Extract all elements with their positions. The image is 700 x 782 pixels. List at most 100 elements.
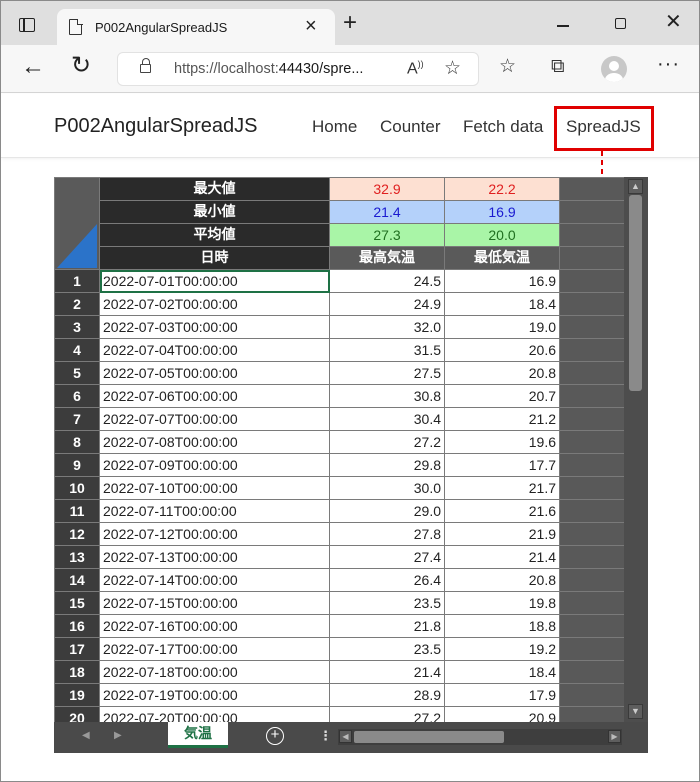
date-cell[interactable]: 2022-07-05T00:00:00 (99, 361, 330, 385)
row-header[interactable]: 1 (54, 269, 100, 293)
date-cell[interactable]: 2022-07-01T00:00:00 (99, 269, 330, 293)
date-cell[interactable]: 2022-07-15T00:00:00 (99, 591, 330, 615)
row-header[interactable]: 12 (54, 522, 100, 546)
high-temp-cell[interactable]: 30.4 (329, 407, 445, 431)
row-header[interactable]: 18 (54, 660, 100, 684)
row-header[interactable]: 17 (54, 637, 100, 661)
column-header-high[interactable]: 最高気温 (329, 246, 445, 270)
low-temp-cell[interactable]: 21.7 (444, 476, 560, 500)
next-sheet-icon[interactable]: ▶ (114, 730, 122, 741)
low-temp-cell[interactable]: 20.7 (444, 384, 560, 408)
date-cell[interactable]: 2022-07-14T00:00:00 (99, 568, 330, 592)
row-header[interactable]: 5 (54, 361, 100, 385)
date-cell[interactable]: 2022-07-12T00:00:00 (99, 522, 330, 546)
high-temp-cell[interactable]: 28.9 (329, 683, 445, 707)
agg-max-high[interactable]: 32.9 (329, 177, 445, 201)
high-temp-cell[interactable]: 24.5 (329, 269, 445, 293)
row-header[interactable]: 4 (54, 338, 100, 362)
low-temp-cell[interactable]: 19.0 (444, 315, 560, 339)
row-header[interactable]: 15 (54, 591, 100, 615)
high-temp-cell[interactable]: 32.0 (329, 315, 445, 339)
agg-avg-high[interactable]: 27.3 (329, 223, 445, 247)
date-cell[interactable]: 2022-07-03T00:00:00 (99, 315, 330, 339)
high-temp-cell[interactable]: 30.0 (329, 476, 445, 500)
row-header[interactable]: 7 (54, 407, 100, 431)
low-temp-cell[interactable]: 19.8 (444, 591, 560, 615)
maximize-icon[interactable] (615, 18, 626, 29)
low-temp-cell[interactable]: 18.4 (444, 660, 560, 684)
high-temp-cell[interactable]: 21.8 (329, 614, 445, 638)
agg-label-max[interactable]: 最大値 (99, 177, 330, 201)
high-temp-cell[interactable]: 27.4 (329, 545, 445, 569)
row-header[interactable]: 16 (54, 614, 100, 638)
scroll-thumb[interactable] (629, 195, 642, 391)
high-temp-cell[interactable]: 21.4 (329, 660, 445, 684)
date-cell[interactable]: 2022-07-18T00:00:00 (99, 660, 330, 684)
favorites-icon[interactable]: ☆ (499, 55, 516, 79)
date-cell[interactable]: 2022-07-17T00:00:00 (99, 637, 330, 661)
close-window-icon[interactable]: ✕ (665, 12, 682, 32)
date-cell[interactable]: 2022-07-13T00:00:00 (99, 545, 330, 569)
address-bar[interactable]: https://localhost:44430/spre... A)) ☆ (117, 52, 479, 86)
read-aloud-icon[interactable]: A)) (407, 59, 424, 78)
high-temp-cell[interactable]: 26.4 (329, 568, 445, 592)
browser-tab[interactable]: P002AngularSpreadJS × (57, 9, 335, 45)
low-temp-cell[interactable]: 16.9 (444, 269, 560, 293)
row-header[interactable]: 10 (54, 476, 100, 500)
spreadsheet[interactable]: 最大値 32.9 22.2 最小値 21.4 16.9 平均値 27.3 20.… (54, 177, 648, 753)
date-cell[interactable]: 2022-07-02T00:00:00 (99, 292, 330, 316)
date-cell[interactable]: 2022-07-04T00:00:00 (99, 338, 330, 362)
high-temp-cell[interactable]: 23.5 (329, 591, 445, 615)
low-temp-cell[interactable]: 19.6 (444, 430, 560, 454)
new-tab-icon[interactable]: + (343, 11, 357, 35)
row-header[interactable]: 13 (54, 545, 100, 569)
scroll-up-icon[interactable]: ▲ (628, 179, 643, 194)
agg-label-min[interactable]: 最小値 (99, 200, 330, 224)
date-cell[interactable]: 2022-07-08T00:00:00 (99, 430, 330, 454)
low-temp-cell[interactable]: 20.8 (444, 361, 560, 385)
collections-icon[interactable]: ⧉ (551, 55, 565, 79)
high-temp-cell[interactable]: 27.2 (329, 430, 445, 454)
more-menu-icon[interactable]: ··· (657, 53, 680, 76)
date-cell[interactable]: 2022-07-07T00:00:00 (99, 407, 330, 431)
low-temp-cell[interactable]: 20.8 (444, 568, 560, 592)
high-temp-cell[interactable]: 23.5 (329, 637, 445, 661)
nav-home[interactable]: Home (312, 117, 357, 137)
agg-min-high[interactable]: 21.4 (329, 200, 445, 224)
scroll-right-icon[interactable]: ▶ (608, 730, 621, 743)
high-temp-cell[interactable]: 29.0 (329, 499, 445, 523)
high-temp-cell[interactable]: 27.5 (329, 361, 445, 385)
brand-link[interactable]: P002AngularSpreadJS (54, 115, 257, 138)
low-temp-cell[interactable]: 21.9 (444, 522, 560, 546)
low-temp-cell[interactable]: 18.4 (444, 292, 560, 316)
high-temp-cell[interactable]: 30.8 (329, 384, 445, 408)
low-temp-cell[interactable]: 21.6 (444, 499, 560, 523)
low-temp-cell[interactable]: 19.2 (444, 637, 560, 661)
lock-icon[interactable] (140, 58, 151, 73)
date-cell[interactable]: 2022-07-11T00:00:00 (99, 499, 330, 523)
row-header[interactable]: 19 (54, 683, 100, 707)
low-temp-cell[interactable]: 18.8 (444, 614, 560, 638)
scroll-left-icon[interactable]: ◀ (339, 730, 352, 743)
low-temp-cell[interactable]: 21.4 (444, 545, 560, 569)
agg-label-avg[interactable]: 平均値 (99, 223, 330, 247)
corner-cell[interactable] (54, 177, 100, 270)
add-favorite-icon[interactable]: ☆ (444, 57, 461, 80)
vertical-scrollbar[interactable]: ▲ ▼ (624, 177, 648, 722)
nav-counter[interactable]: Counter (380, 117, 440, 137)
date-cell[interactable]: 2022-07-19T00:00:00 (99, 683, 330, 707)
sheet-menu-icon[interactable]: ⋮ (319, 728, 332, 744)
high-temp-cell[interactable]: 27.8 (329, 522, 445, 546)
date-cell[interactable]: 2022-07-10T00:00:00 (99, 476, 330, 500)
column-header-date[interactable]: 日時 (99, 246, 330, 270)
scroll-down-icon[interactable]: ▼ (628, 704, 643, 719)
low-temp-cell[interactable]: 21.2 (444, 407, 560, 431)
row-header[interactable]: 9 (54, 453, 100, 477)
h-scroll-thumb[interactable] (354, 731, 504, 743)
date-cell[interactable]: 2022-07-06T00:00:00 (99, 384, 330, 408)
row-header[interactable]: 11 (54, 499, 100, 523)
low-temp-cell[interactable]: 20.6 (444, 338, 560, 362)
reload-icon[interactable]: ↻ (71, 53, 91, 79)
tab-actions-icon[interactable] (19, 18, 35, 32)
high-temp-cell[interactable]: 29.8 (329, 453, 445, 477)
